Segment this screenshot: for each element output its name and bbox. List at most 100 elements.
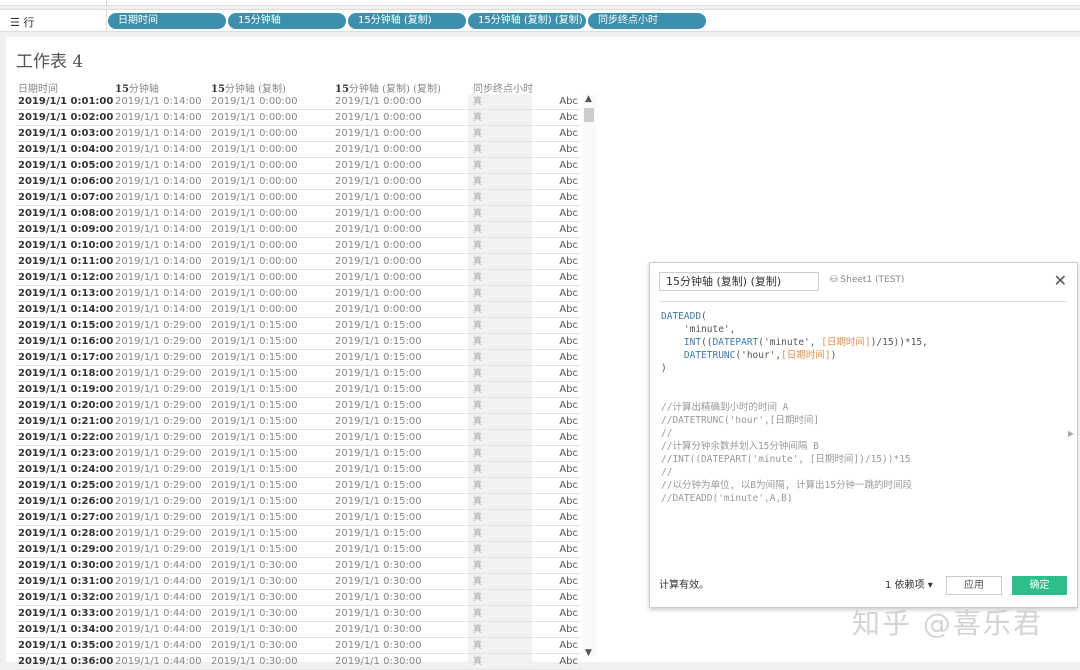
table-cell: 2019/1/1 0:05:00 — [18, 160, 114, 171]
table-cell: 2019/1/1 0:15:00 — [211, 544, 298, 555]
code-token: [日期时间] — [781, 350, 831, 361]
table-cell: 真 — [468, 222, 532, 237]
table-cell: 2019/1/1 0:15:00 — [335, 352, 422, 363]
rows-shelf: ☰ 行 日期时间 15分钟轴 15分钟轴 (复制) 15分钟轴 (复制) (复制) 同步… — [0, 9, 1080, 32]
dependencies-dropdown[interactable]: 1 依赖项 ▾ — [885, 576, 933, 591]
table-cell: Abc — [559, 416, 578, 427]
table-row: 2019/1/1 0:24:00 2019/1/1 0:29:00 2019/1/1… — [16, 462, 581, 478]
table-cell: 2019/1/1 0:00:00 — [211, 112, 298, 123]
table-cell: 2019/1/1 0:00:00 — [335, 288, 422, 299]
table-cell: 2019/1/1 0:00:00 — [211, 144, 298, 155]
table-row: 2019/1/1 0:04:00 2019/1/1 0:14:00 2019/1/1… — [16, 142, 581, 158]
table-cell: 真 — [468, 510, 532, 525]
table-row: 2019/1/1 0:10:00 2019/1/1 0:14:00 2019/1/1… — [16, 238, 581, 254]
scroll-thumb[interactable] — [584, 108, 594, 122]
table-cell: 2019/1/1 0:19:00 — [18, 384, 114, 395]
table-cell: 2019/1/1 0:44:00 — [115, 576, 202, 587]
table-cell: 2019/1/1 0:14:00 — [115, 224, 202, 235]
table-cell: 2019/1/1 0:00:00 — [335, 160, 422, 171]
scroll-down-icon[interactable]: ▼ — [585, 648, 592, 658]
table-row: 2019/1/1 0:02:00 2019/1/1 0:14:00 2019/1/1… — [16, 110, 581, 126]
ok-button[interactable]: 确定 — [1012, 576, 1067, 595]
watermark: 知乎 @喜乐君 — [852, 607, 1043, 640]
shelf-pill[interactable]: 日期时间 — [108, 13, 226, 29]
table-cell: 2019/1/1 0:30:00 — [211, 576, 298, 587]
code-line: DATETRUNC('hour',[日期时间]) — [661, 349, 928, 362]
table-cell: Abc — [559, 512, 578, 523]
expand-arrow-icon[interactable]: ▶ — [1068, 429, 1074, 438]
table-cell: 真 — [468, 350, 532, 365]
table-cell: 2019/1/1 0:15:00 — [211, 512, 298, 523]
table-cell: Abc — [559, 96, 578, 107]
shelf-pill[interactable]: 15分钟轴 (复制) — [348, 13, 466, 29]
table-cell: 真 — [468, 366, 532, 381]
table-cell: 真 — [468, 206, 532, 221]
table-cell: 真 — [468, 526, 532, 541]
table-cell: 2019/1/1 0:00:00 — [335, 96, 422, 107]
table-scrollbar[interactable]: ▲ ▼ — [582, 94, 596, 658]
code-token: //计算出精确到小时的时间 A — [661, 402, 789, 413]
table-cell: 2019/1/1 0:34:00 — [18, 624, 114, 635]
table-cell: 2019/1/1 0:15:00 — [335, 432, 422, 443]
apply-button[interactable]: 应用 — [946, 576, 1002, 595]
shelf-pill[interactable]: 15分钟轴 (复制) (复制) — [468, 13, 586, 29]
table-cell: 2019/1/1 0:17:00 — [18, 352, 114, 363]
code-line: DATEADD( — [661, 310, 928, 323]
shelf-pill[interactable]: 15分钟轴 — [228, 13, 346, 29]
table-row: 2019/1/1 0:23:00 2019/1/1 0:29:00 2019/1/1… — [16, 446, 581, 462]
formula-editor[interactable]: DATEADD( 'minute', INT((DATEPART('minute… — [661, 310, 928, 505]
table-cell: 2019/1/1 0:14:00 — [115, 288, 202, 299]
table-cell: 2019/1/1 0:15:00 — [335, 496, 422, 507]
column-header[interactable]: 15分钟轴 — [115, 80, 159, 95]
table-cell: 2019/1/1 0:30:00 — [335, 640, 422, 651]
table-cell: 2019/1/1 0:14:00 — [115, 96, 202, 107]
table-row: 2019/1/1 0:05:00 2019/1/1 0:14:00 2019/1/1… — [16, 158, 581, 174]
table-cell: 2019/1/1 0:30:00 — [211, 640, 298, 651]
table-cell: Abc — [559, 128, 578, 139]
code-token: ('minute', — [758, 337, 822, 348]
table-cell: 2019/1/1 0:00:00 — [335, 208, 422, 219]
table-row: 2019/1/1 0:18:00 2019/1/1 0:29:00 2019/1/1… — [16, 366, 581, 382]
table-cell: 2019/1/1 0:24:00 — [18, 464, 114, 475]
table-cell: 真 — [468, 558, 532, 573]
column-header[interactable]: 15分钟轴 (复制) (复制) — [335, 80, 441, 95]
table-cell: 真 — [468, 142, 532, 157]
table-cell: 2019/1/1 0:35:00 — [18, 640, 114, 651]
table-cell: 2019/1/1 0:44:00 — [115, 624, 202, 635]
table-row: 2019/1/1 0:07:00 2019/1/1 0:14:00 2019/1/1… — [16, 190, 581, 206]
table-cell: Abc — [559, 592, 578, 603]
column-header[interactable]: 同步终点小时 — [473, 80, 533, 95]
table-cell: 2019/1/1 0:30:00 — [211, 592, 298, 603]
table-cell: Abc — [559, 288, 578, 299]
code-line: //DATETRUNC('hour',[日期时间] — [661, 414, 928, 427]
table-cell: Abc — [559, 480, 578, 491]
table-cell: Abc — [559, 368, 578, 379]
table-row: 2019/1/1 0:06:00 2019/1/1 0:14:00 2019/1/1… — [16, 174, 581, 190]
table-cell: 2019/1/1 0:15:00 — [211, 400, 298, 411]
column-header[interactable]: 日期时间 — [18, 80, 58, 95]
code-token: INT — [683, 337, 702, 348]
table-row: 2019/1/1 0:31:00 2019/1/1 0:44:00 2019/1/1… — [16, 574, 581, 590]
table-cell: Abc — [559, 656, 578, 667]
close-icon[interactable]: ✕ — [1054, 271, 1067, 290]
calculation-name-input[interactable]: 15分钟轴 (复制) (复制) — [659, 272, 819, 291]
column-header[interactable]: 15分钟轴 (复制) — [211, 80, 286, 95]
table-cell: 真 — [468, 94, 532, 109]
table-cell: 2019/1/1 0:00:00 — [211, 224, 298, 235]
table-cell: 2019/1/1 0:23:00 — [18, 448, 114, 459]
table-cell: 2019/1/1 0:29:00 — [115, 464, 202, 475]
table-cell: 2019/1/1 0:29:00 — [115, 448, 202, 459]
table-cell: 2019/1/1 0:29:00 — [115, 512, 202, 523]
shelf-pill[interactable]: 同步终点小时 — [588, 13, 706, 29]
table-cell: 2019/1/1 0:29:00 — [18, 544, 114, 555]
table-cell: Abc — [559, 528, 578, 539]
table-cell: 2019/1/1 0:15:00 — [335, 448, 422, 459]
scroll-up-icon[interactable]: ▲ — [585, 94, 592, 104]
table-cell: 2019/1/1 0:00:00 — [211, 256, 298, 267]
code-line: //DATEADD('minute',A,B) — [661, 492, 928, 505]
table-cell: 2019/1/1 0:44:00 — [115, 560, 202, 571]
code-line: ) — [661, 362, 928, 375]
table-cell: 真 — [468, 382, 532, 397]
